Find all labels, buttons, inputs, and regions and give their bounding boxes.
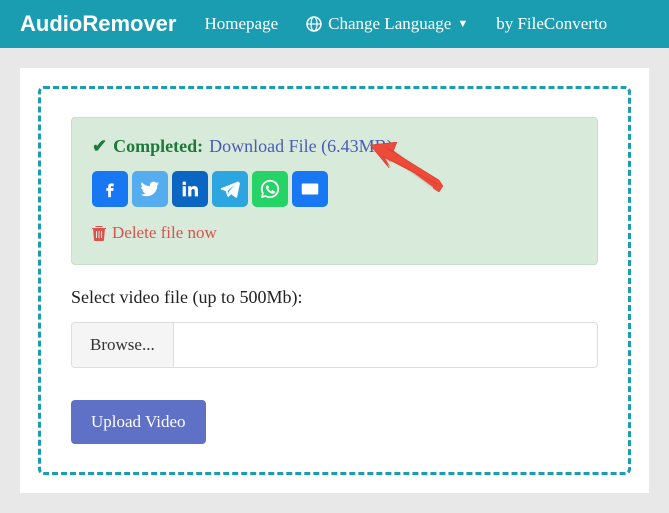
download-link[interactable]: Download File (6.43MB): [209, 136, 393, 157]
file-name-display: [174, 323, 597, 367]
trash-icon: [92, 225, 106, 241]
completed-line: ✔ Completed: Download File (6.43MB): [92, 136, 577, 157]
logo: AudioRemover: [20, 11, 176, 37]
navbar: AudioRemover Homepage Change Language ▼ …: [0, 0, 669, 48]
share-telegram[interactable]: [212, 171, 248, 207]
telegram-icon: [219, 178, 241, 200]
success-box: ✔ Completed: Download File (6.43MB): [71, 117, 598, 265]
completed-label: Completed:: [113, 136, 203, 157]
globe-icon: [306, 16, 322, 32]
delete-label: Delete file now: [112, 223, 217, 243]
page-wrapper: ✔ Completed: Download File (6.43MB): [0, 48, 669, 513]
share-email[interactable]: [292, 171, 328, 207]
share-facebook[interactable]: [92, 171, 128, 207]
browse-button[interactable]: Browse...: [72, 323, 174, 367]
facebook-icon: [99, 178, 121, 200]
nav-change-language[interactable]: Change Language ▼: [306, 14, 468, 34]
nav-change-language-label: Change Language: [328, 14, 451, 34]
file-input-row: Browse...: [71, 322, 598, 368]
share-twitter[interactable]: [132, 171, 168, 207]
twitter-icon: [139, 178, 161, 200]
delete-link[interactable]: Delete file now: [92, 223, 217, 243]
select-video-label: Select video file (up to 500Mb):: [71, 287, 598, 308]
share-whatsapp[interactable]: [252, 171, 288, 207]
nav-by-fileconverto[interactable]: by FileConverto: [496, 14, 607, 34]
linkedin-icon: [179, 178, 201, 200]
social-row: [92, 171, 577, 207]
nav-homepage[interactable]: Homepage: [204, 14, 278, 34]
email-icon: [299, 178, 321, 200]
chevron-down-icon: ▼: [457, 18, 468, 30]
inner-wrap: ✔ Completed: Download File (6.43MB): [20, 68, 649, 493]
whatsapp-icon: [259, 178, 281, 200]
check-icon: ✔: [92, 136, 107, 157]
upload-button[interactable]: Upload Video: [71, 400, 206, 444]
share-linkedin[interactable]: [172, 171, 208, 207]
main-content: ✔ Completed: Download File (6.43MB): [38, 86, 631, 475]
